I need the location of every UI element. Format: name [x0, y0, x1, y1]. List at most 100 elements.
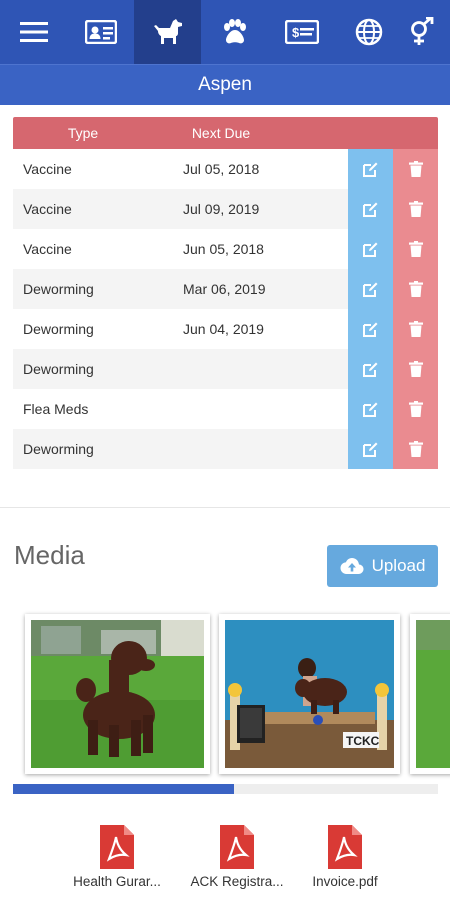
- table-body: Vaccine Jul 05, 2018 Vaccine Jul 09, 2019 Va…: [13, 149, 438, 469]
- page-title: Aspen: [198, 74, 252, 95]
- table-row: Vaccine Jul 09, 2019: [13, 189, 438, 229]
- nav-profile[interactable]: [67, 0, 134, 64]
- trash-icon: [408, 201, 423, 217]
- upload-label: Upload: [371, 556, 426, 575]
- nav-web[interactable]: [335, 0, 402, 64]
- pdf-icon: [100, 825, 134, 869]
- pdf-icon: [328, 825, 362, 869]
- cell-type: Deworming: [23, 441, 94, 457]
- delete-button[interactable]: [393, 269, 438, 309]
- paw-icon: [223, 19, 246, 44]
- trash-icon: [408, 441, 423, 457]
- photo-card[interactable]: [410, 614, 450, 774]
- nav-menu[interactable]: [0, 0, 67, 64]
- media-heading: Media: [14, 540, 85, 570]
- document-item[interactable]: Invoice.pdf: [290, 825, 400, 889]
- table-row: Deworming Jun 04, 2019: [13, 309, 438, 349]
- trash-icon: [408, 281, 423, 297]
- delete-button[interactable]: [393, 309, 438, 349]
- document-name: Health Gurar...: [73, 874, 161, 889]
- edit-button[interactable]: [348, 189, 393, 229]
- svg-text:TCKC: TCKC: [346, 734, 380, 748]
- cell-next-due: Jul 09, 2019: [183, 201, 260, 217]
- document-item[interactable]: Health Gurar...: [62, 825, 172, 889]
- cell-next-due: Jul 05, 2018: [183, 161, 260, 177]
- menu-icon: [19, 22, 48, 42]
- trash-icon: [408, 361, 423, 377]
- table-row: Flea Meds: [13, 389, 438, 429]
- poodle-photo: [31, 620, 204, 768]
- table-row: Vaccine Jun 05, 2018: [13, 229, 438, 269]
- photo-card[interactable]: TCKC: [219, 614, 400, 774]
- scrollbar-thumb[interactable]: [13, 784, 234, 794]
- edit-button[interactable]: [348, 309, 393, 349]
- edit-button[interactable]: [348, 229, 393, 269]
- svg-text:$: $: [292, 25, 300, 40]
- table-row: Deworming Mar 06, 2019: [13, 269, 438, 309]
- table-row: Vaccine Jul 05, 2018: [13, 149, 438, 189]
- edit-icon: [363, 242, 378, 257]
- edit-button[interactable]: [348, 429, 393, 469]
- delete-button[interactable]: [393, 149, 438, 189]
- cell-type: Deworming: [23, 361, 94, 377]
- edit-icon: [363, 322, 378, 337]
- photo-strip[interactable]: TCKC: [0, 610, 450, 780]
- media-scrollbar[interactable]: [13, 784, 438, 794]
- edit-button[interactable]: [348, 389, 393, 429]
- delete-button[interactable]: [393, 429, 438, 469]
- cell-type: Deworming: [23, 281, 94, 297]
- trash-icon: [408, 241, 423, 257]
- cell-type: Deworming: [23, 321, 94, 337]
- cell-type: Vaccine: [23, 201, 72, 217]
- cell-type: Flea Meds: [23, 401, 89, 417]
- delete-button[interactable]: [393, 229, 438, 269]
- pet-name-title: Aspen: [0, 64, 450, 105]
- edit-icon: [363, 442, 378, 457]
- cell-type: Vaccine: [23, 241, 72, 257]
- show-photo: TCKC: [225, 620, 394, 768]
- header-next-due: Next Due: [191, 125, 251, 141]
- edit-icon: [363, 282, 378, 297]
- cloud-upload-icon: [340, 558, 364, 574]
- table-row: Deworming: [13, 349, 438, 389]
- cell-next-due: Mar 06, 2019: [183, 281, 266, 297]
- documents-list: Health Gurar... ACK Registra... Invoice.…: [0, 825, 450, 900]
- trash-icon: [408, 321, 423, 337]
- trash-icon: [408, 161, 423, 177]
- delete-button[interactable]: [393, 189, 438, 229]
- nav-payments[interactable]: $: [268, 0, 335, 64]
- table-row: Deworming: [13, 429, 438, 469]
- header-type: Type: [67, 125, 99, 141]
- payment-card-icon: $: [284, 20, 319, 44]
- edit-button[interactable]: [348, 149, 393, 189]
- reminders-table: Type Next Due Vaccine Jul 05, 2018 Vaccine…: [13, 117, 438, 469]
- gender-icon: [411, 17, 434, 45]
- table-header: Type Next Due: [13, 117, 438, 149]
- nav-paw[interactable]: [201, 0, 268, 64]
- document-name: ACK Registra...: [190, 874, 284, 889]
- edit-icon: [363, 402, 378, 417]
- dog-icon: [153, 19, 182, 44]
- edit-icon: [363, 362, 378, 377]
- trash-icon: [408, 401, 423, 417]
- edit-button[interactable]: [348, 349, 393, 389]
- id-card-icon: [84, 20, 117, 44]
- document-item[interactable]: ACK Registra...: [182, 825, 292, 889]
- edit-icon: [363, 162, 378, 177]
- edit-button[interactable]: [348, 269, 393, 309]
- top-nav: $: [0, 0, 450, 64]
- cell-type: Vaccine: [23, 161, 72, 177]
- photo-card[interactable]: [25, 614, 210, 774]
- cell-next-due: Jun 05, 2018: [183, 241, 264, 257]
- edit-icon: [363, 202, 378, 217]
- delete-button[interactable]: [393, 349, 438, 389]
- globe-icon: [355, 18, 382, 46]
- delete-button[interactable]: [393, 389, 438, 429]
- document-name: Invoice.pdf: [312, 874, 378, 889]
- cell-next-due: Jun 04, 2019: [183, 321, 264, 337]
- nav-gender[interactable]: [402, 0, 450, 64]
- upload-button[interactable]: Upload: [327, 545, 438, 587]
- section-divider: [0, 507, 450, 508]
- pdf-icon: [220, 825, 254, 869]
- nav-dog[interactable]: [134, 0, 201, 64]
